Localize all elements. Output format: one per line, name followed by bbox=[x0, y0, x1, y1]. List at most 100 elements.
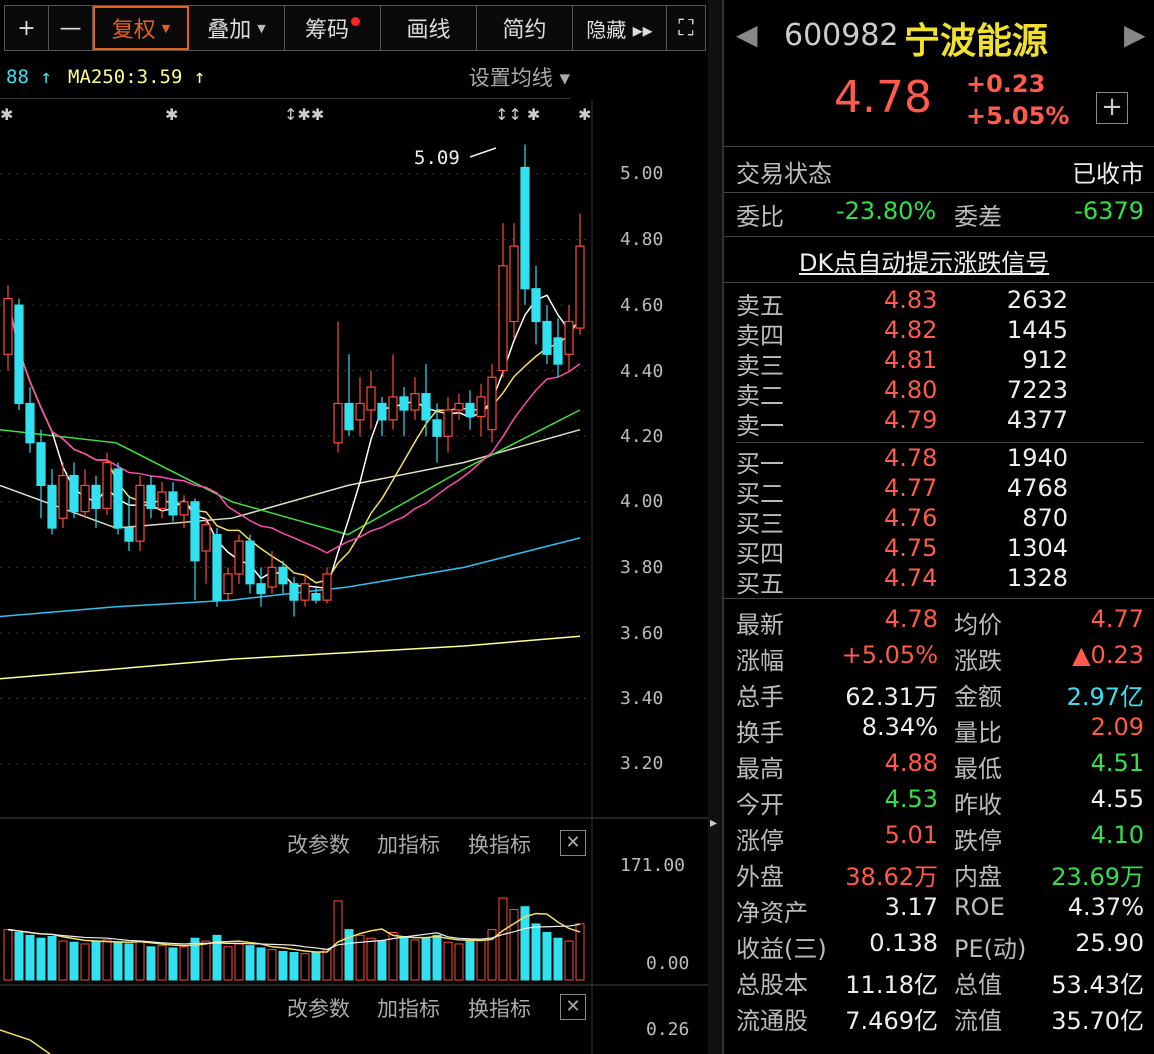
edit-params-button[interactable]: 改参数 bbox=[287, 829, 350, 859]
candle-body bbox=[113, 468, 123, 529]
stat-label: 外盘 bbox=[736, 863, 784, 891]
volume-axis-tick: 0.00 bbox=[646, 953, 690, 974]
candle-body bbox=[344, 402, 354, 431]
volume-bar bbox=[454, 943, 464, 981]
candle-body bbox=[366, 386, 376, 411]
volume-bar bbox=[564, 940, 574, 981]
dk-signal-link[interactable]: DK点自动提示涨跌信号 bbox=[799, 243, 1049, 278]
candle-body bbox=[36, 442, 46, 487]
next-stock-icon[interactable]: ▶ bbox=[1124, 18, 1146, 51]
close-pane-icon[interactable]: ✕ bbox=[560, 994, 586, 1020]
volume-bar bbox=[542, 931, 552, 981]
volume-bar bbox=[443, 941, 453, 981]
axis-tick: 3.60 bbox=[620, 623, 664, 644]
volume-bar bbox=[267, 949, 277, 981]
candle-body bbox=[509, 245, 519, 323]
bid-price: 4.75 bbox=[884, 534, 938, 562]
candle-body bbox=[432, 419, 442, 437]
volume-bar bbox=[113, 941, 123, 981]
candlestick-chart[interactable] bbox=[0, 0, 708, 1054]
peak-arrow bbox=[469, 147, 497, 158]
collapse-arrow-icon[interactable]: ▸ bbox=[710, 815, 717, 831]
stock-name: 宁波能源 bbox=[904, 21, 1049, 62]
stat-label: 金额 bbox=[954, 683, 1002, 711]
close-pane-icon[interactable]: ✕ bbox=[560, 830, 586, 856]
stat-value: 2.97亿 bbox=[1066, 683, 1144, 711]
volume-bar bbox=[36, 937, 46, 981]
volume-bar bbox=[3, 929, 13, 981]
candle-body bbox=[179, 501, 189, 516]
volume-bar bbox=[234, 943, 244, 981]
add-indicator-button[interactable]: 加指标 bbox=[377, 829, 440, 859]
stat-value: 8.34% bbox=[861, 713, 938, 741]
stat-value: 4.51 bbox=[1090, 749, 1144, 777]
stat-row: 今开 4.53 昨收 4.55 bbox=[724, 785, 1154, 821]
volume-bar bbox=[69, 941, 79, 981]
volume-bar bbox=[256, 947, 266, 981]
volume-axis-tick: 171.00 bbox=[620, 855, 686, 876]
ma5-line bbox=[7, 294, 581, 590]
ask-price: 4.79 bbox=[884, 406, 938, 434]
stat-label: 涨停 bbox=[736, 827, 784, 855]
volume-bar bbox=[498, 897, 508, 981]
volume-bar bbox=[531, 923, 541, 981]
bid-volume: 1328 bbox=[1006, 564, 1068, 592]
stat-row: 涨幅 +5.05% 涨跌 ▲0.23 bbox=[724, 641, 1154, 677]
candle-body bbox=[476, 396, 486, 418]
axis-tick: 4.80 bbox=[620, 229, 664, 250]
volume-bar bbox=[476, 939, 486, 981]
bid-price: 4.77 bbox=[884, 474, 938, 502]
bid-volume: 4768 bbox=[1006, 474, 1068, 502]
ask-volume: 2632 bbox=[1006, 286, 1068, 314]
candle-body bbox=[465, 402, 475, 418]
volume-bar bbox=[25, 934, 35, 981]
candle-body bbox=[410, 393, 420, 411]
stat-label: 量比 bbox=[954, 719, 1002, 747]
candle-body bbox=[102, 461, 112, 509]
swap-indicator-button[interactable]: 换指标 bbox=[468, 829, 531, 859]
peak-price-label: 5.09 bbox=[414, 147, 460, 169]
stat-value: 11.18亿 bbox=[845, 971, 938, 999]
add-watchlist-button[interactable]: + bbox=[1096, 92, 1128, 124]
volume-bar bbox=[399, 935, 409, 981]
stat-row: 最高 4.88 最低 4.51 bbox=[724, 749, 1154, 785]
stat-value: ▲0.23 bbox=[1072, 641, 1144, 669]
ask-volume: 1445 bbox=[1006, 316, 1068, 344]
swap-indicator-button[interactable]: 换指标 bbox=[468, 993, 531, 1023]
stat-row: 涨停 5.01 跌停 4.10 bbox=[724, 821, 1154, 857]
stat-value: 4.55 bbox=[1090, 785, 1144, 813]
edit-params-button[interactable]: 改参数 bbox=[287, 993, 350, 1023]
candle-body bbox=[212, 533, 222, 601]
candle-body bbox=[278, 566, 288, 585]
candle-body bbox=[168, 491, 178, 516]
prev-stock-icon[interactable]: ◀ bbox=[736, 18, 758, 51]
volume-bar bbox=[58, 940, 68, 981]
bid-volume: 870 bbox=[1022, 504, 1068, 532]
axis-tick: 4.60 bbox=[620, 295, 664, 316]
stat-value: 4.77 bbox=[1090, 605, 1144, 633]
candle-body bbox=[575, 245, 585, 329]
stock-code: 600982 bbox=[784, 18, 899, 53]
last-price: 4.78 bbox=[834, 72, 932, 123]
volume-bar bbox=[300, 953, 310, 981]
stat-label: 流通股 bbox=[736, 1007, 808, 1035]
candle-body bbox=[487, 376, 497, 431]
panel-splitter[interactable]: ▸ bbox=[708, 0, 722, 1054]
candle-body bbox=[14, 304, 24, 405]
axis-tick: 4.40 bbox=[620, 361, 664, 382]
volume-bar bbox=[410, 939, 420, 981]
candle-body bbox=[399, 396, 409, 411]
stat-value: 4.37% bbox=[1067, 893, 1144, 921]
candle-body bbox=[421, 393, 431, 421]
add-indicator-button[interactable]: 加指标 bbox=[377, 993, 440, 1023]
candle-body bbox=[333, 402, 343, 444]
bid-volume: 1940 bbox=[1006, 444, 1068, 472]
candle-body bbox=[289, 583, 299, 601]
candle-body bbox=[3, 297, 13, 355]
volume-bar bbox=[157, 945, 167, 981]
axis-tick: 3.20 bbox=[620, 753, 664, 774]
stat-label: 换手 bbox=[736, 719, 784, 747]
candle-body bbox=[190, 501, 200, 562]
volume-bar bbox=[311, 952, 321, 981]
volume-bar bbox=[102, 939, 112, 981]
